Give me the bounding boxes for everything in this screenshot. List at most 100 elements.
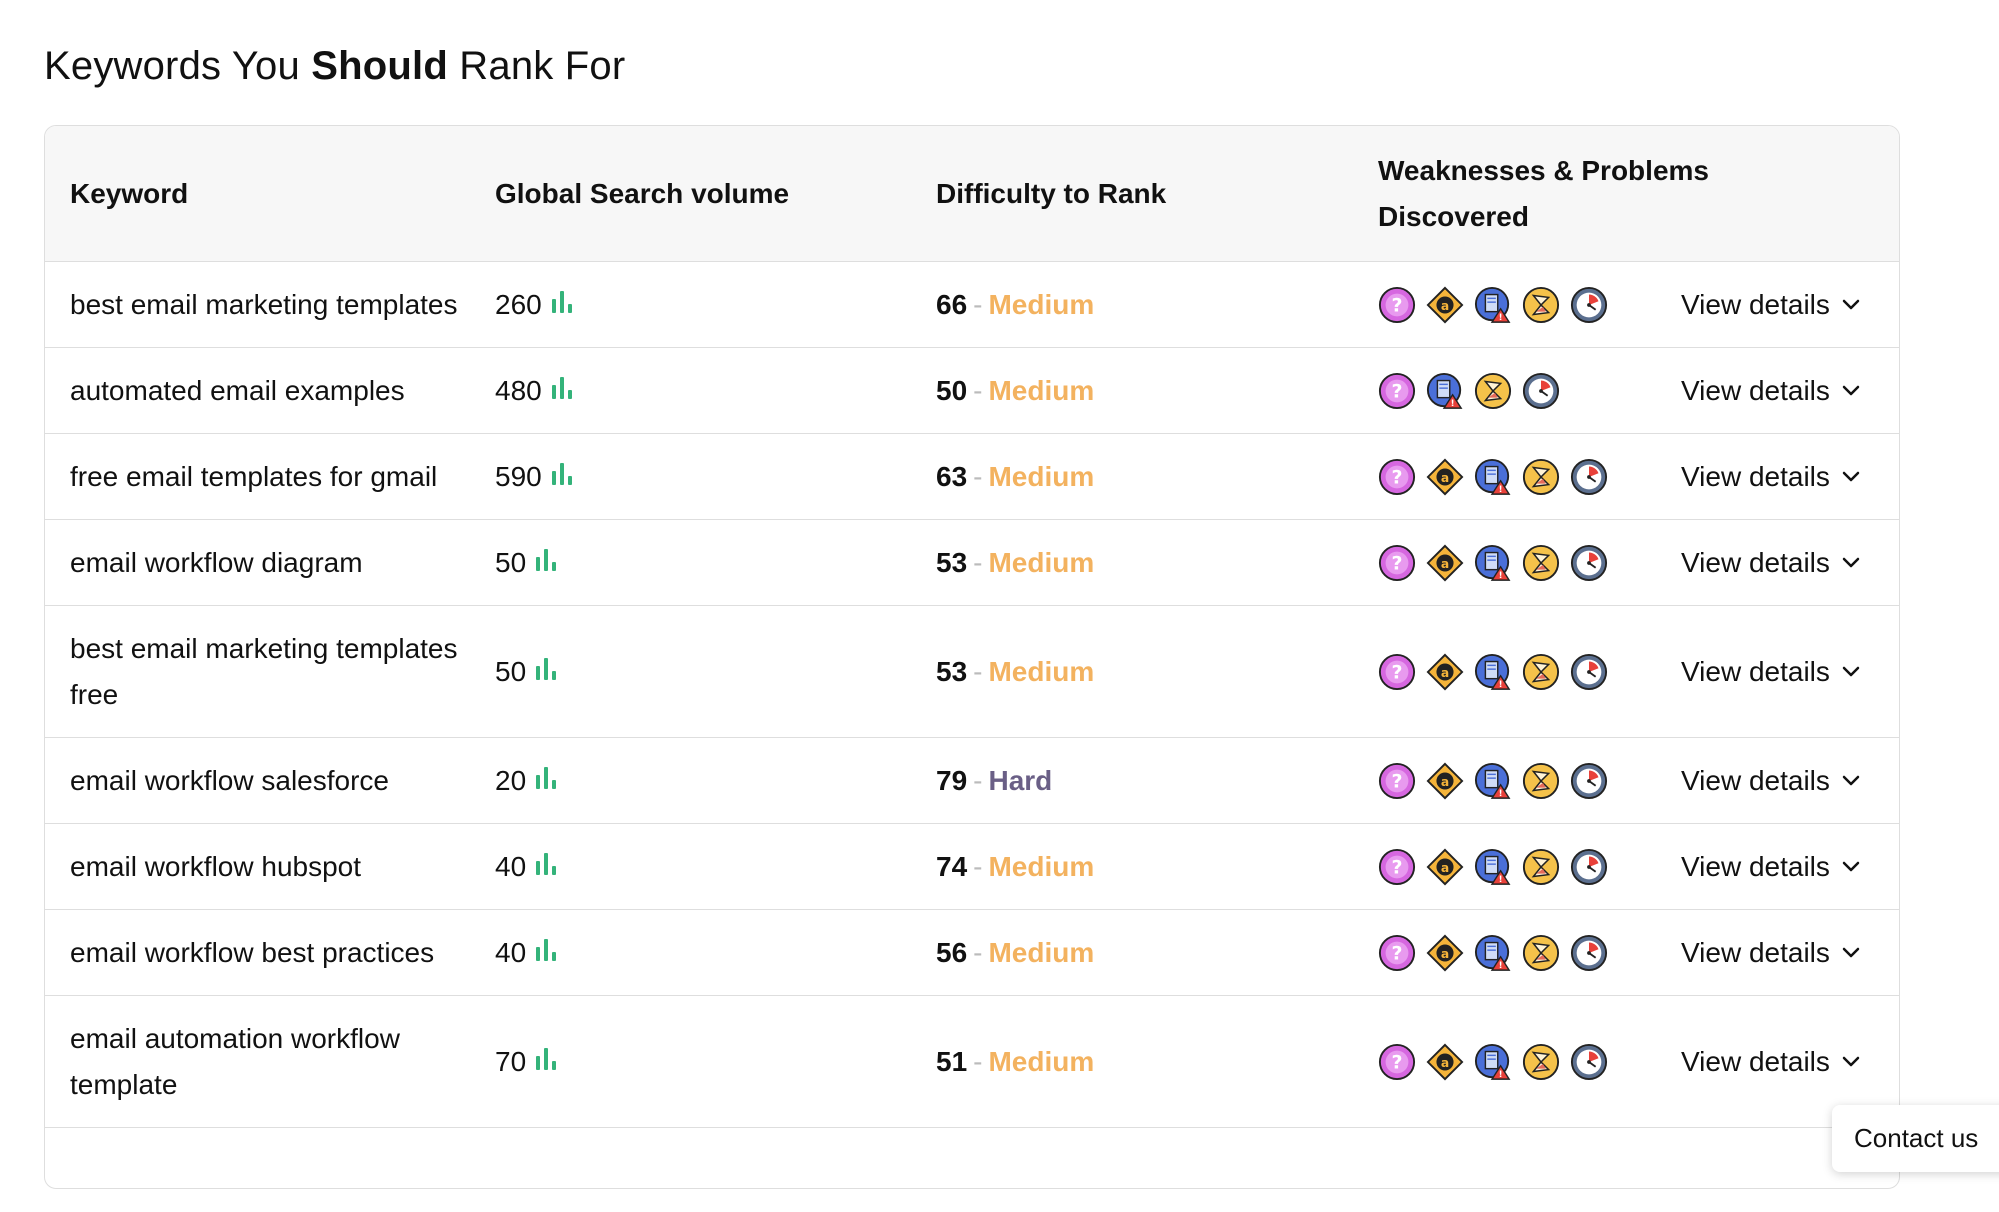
hourglass-icon[interactable]: [1522, 1043, 1560, 1081]
amazon-icon[interactable]: a: [1426, 848, 1464, 886]
content-warning-icon[interactable]: !: [1426, 372, 1464, 410]
view-details-button[interactable]: View details: [1681, 758, 1860, 804]
table-row-partial: [45, 1128, 1899, 1188]
difficulty-score: 79: [936, 765, 968, 796]
volume-trend-icon[interactable]: [536, 939, 557, 961]
amazon-icon[interactable]: a: [1426, 458, 1464, 496]
weakness-icons: ?!: [1378, 372, 1560, 410]
search-volume-cell: 590: [495, 454, 572, 500]
content-warning-icon[interactable]: !: [1474, 1043, 1512, 1081]
search-volume-cell: 260: [495, 282, 572, 328]
volume-trend-icon[interactable]: [536, 658, 557, 680]
clock-icon[interactable]: [1570, 934, 1608, 972]
content-warning-icon[interactable]: !: [1474, 544, 1512, 582]
view-details-button[interactable]: View details: [1681, 454, 1860, 500]
difficulty-separator: -: [973, 851, 983, 882]
table-row: email workflow best practices 40 56- Medi…: [45, 910, 1899, 996]
view-details-button[interactable]: View details: [1681, 930, 1860, 976]
question-icon[interactable]: ?: [1378, 458, 1416, 496]
amazon-icon[interactable]: a: [1426, 1043, 1464, 1081]
question-icon[interactable]: ?: [1378, 372, 1416, 410]
table-row: free email templates for gmail 590 63- Me…: [45, 434, 1899, 520]
clock-icon[interactable]: [1570, 762, 1608, 800]
header-search-volume: Global Search volume: [495, 178, 790, 209]
content-warning-icon[interactable]: !: [1474, 762, 1512, 800]
question-icon[interactable]: ?: [1378, 286, 1416, 324]
svg-text:!: !: [1499, 789, 1503, 799]
difficulty-cell: 79- Hard: [936, 758, 1052, 804]
clock-icon[interactable]: [1570, 848, 1608, 886]
volume-trend-icon[interactable]: [536, 853, 557, 875]
amazon-icon[interactable]: a: [1426, 762, 1464, 800]
keyword-cell: best email marketing templates free: [70, 633, 458, 710]
weakness-icons: ? a!: [1378, 653, 1608, 691]
content-warning-icon[interactable]: !: [1474, 848, 1512, 886]
question-icon[interactable]: ?: [1378, 934, 1416, 972]
difficulty-score: 53: [936, 547, 968, 578]
difficulty-separator: -: [973, 656, 983, 687]
clock-icon[interactable]: [1570, 286, 1608, 324]
volume-trend-icon[interactable]: [536, 1048, 557, 1070]
svg-text:?: ?: [1391, 662, 1402, 684]
weakness-icons: ? a!: [1378, 934, 1608, 972]
clock-icon[interactable]: [1570, 1043, 1608, 1081]
view-details-button[interactable]: View details: [1681, 368, 1860, 414]
difficulty-score: 63: [936, 461, 968, 492]
view-details-button[interactable]: View details: [1681, 844, 1860, 890]
volume-trend-icon[interactable]: [536, 549, 557, 571]
header-weaknesses: Weaknesses & Problems Discovered: [1378, 155, 1709, 232]
content-warning-icon[interactable]: !: [1474, 458, 1512, 496]
hourglass-icon[interactable]: [1522, 762, 1560, 800]
question-icon[interactable]: ?: [1378, 653, 1416, 691]
weakness-icons: ? a!: [1378, 762, 1608, 800]
volume-trend-icon[interactable]: [551, 291, 572, 313]
difficulty-separator: -: [973, 765, 983, 796]
clock-icon[interactable]: [1522, 372, 1560, 410]
content-warning-icon[interactable]: !: [1474, 934, 1512, 972]
hourglass-icon[interactable]: [1474, 372, 1512, 410]
chevron-down-icon: [1842, 947, 1860, 958]
table-row: email workflow diagram 50 53- Medium ? a! …: [45, 520, 1899, 606]
hourglass-icon[interactable]: [1522, 848, 1560, 886]
hourglass-icon[interactable]: [1522, 544, 1560, 582]
svg-text:?: ?: [1391, 943, 1402, 965]
clock-icon[interactable]: [1570, 544, 1608, 582]
amazon-icon[interactable]: a: [1426, 934, 1464, 972]
contact-us-button[interactable]: Contact us: [1832, 1105, 1999, 1172]
content-warning-icon[interactable]: !: [1474, 653, 1512, 691]
hourglass-icon[interactable]: [1522, 934, 1560, 972]
view-details-button[interactable]: View details: [1681, 1039, 1860, 1085]
table-row: email workflow hubspot 40 74- Medium ? a! …: [45, 824, 1899, 910]
svg-text:a: a: [1441, 471, 1449, 485]
amazon-icon[interactable]: a: [1426, 653, 1464, 691]
hourglass-icon[interactable]: [1522, 653, 1560, 691]
view-details-label: View details: [1681, 937, 1830, 968]
view-details-button[interactable]: View details: [1681, 649, 1860, 695]
question-icon[interactable]: ?: [1378, 762, 1416, 800]
table-row: email workflow salesforce 20 79- Hard ? a!…: [45, 738, 1899, 824]
hourglass-icon[interactable]: [1522, 286, 1560, 324]
view-details-label: View details: [1681, 656, 1830, 687]
difficulty-score: 74: [936, 851, 968, 882]
search-volume-value: 50: [495, 547, 527, 578]
question-icon[interactable]: ?: [1378, 544, 1416, 582]
amazon-icon[interactable]: a: [1426, 544, 1464, 582]
search-volume-cell: 20: [495, 758, 557, 804]
amazon-icon[interactable]: a: [1426, 286, 1464, 324]
hourglass-icon[interactable]: [1522, 458, 1560, 496]
volume-trend-icon[interactable]: [551, 463, 572, 485]
view-details-button[interactable]: View details: [1681, 282, 1860, 328]
question-icon[interactable]: ?: [1378, 1043, 1416, 1081]
svg-text:?: ?: [1391, 553, 1402, 575]
difficulty-separator: -: [973, 1046, 983, 1077]
chevron-down-icon: [1842, 1056, 1860, 1067]
volume-trend-icon[interactable]: [551, 377, 572, 399]
view-details-label: View details: [1681, 461, 1830, 492]
clock-icon[interactable]: [1570, 458, 1608, 496]
clock-icon[interactable]: [1570, 653, 1608, 691]
question-icon[interactable]: ?: [1378, 848, 1416, 886]
view-details-button[interactable]: View details: [1681, 540, 1860, 586]
volume-trend-icon[interactable]: [536, 767, 557, 789]
view-details-label: View details: [1681, 289, 1830, 320]
content-warning-icon[interactable]: !: [1474, 286, 1512, 324]
